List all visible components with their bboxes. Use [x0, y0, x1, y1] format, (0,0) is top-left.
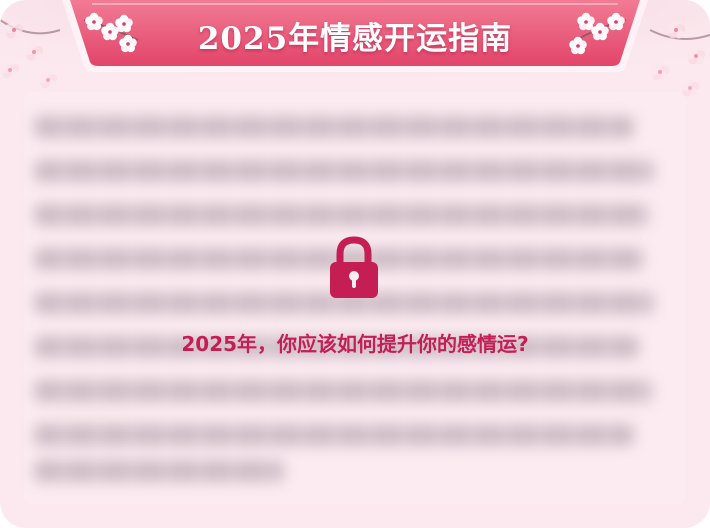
page-title: 2025年情感开运指南 — [197, 20, 513, 57]
unlock-prompt[interactable]: 2025年，你应该如何提升你的感情运? — [0, 328, 710, 358]
lock-icon[interactable] — [326, 234, 382, 300]
title-banner: 2025年情感开运指南 — [58, 0, 652, 76]
blurred-text-preview — [34, 116, 666, 486]
fortune-card: 2025年情感开运指南 2025年，你应该如何提升你的感情运? — [0, 0, 710, 528]
